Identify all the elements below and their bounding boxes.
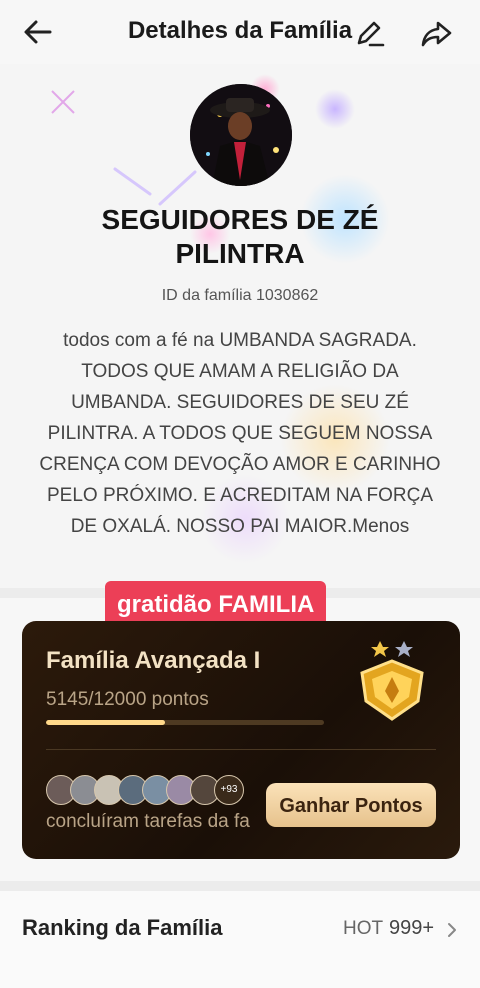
card-divider (46, 749, 436, 750)
more-members-count: +93 (214, 775, 244, 805)
family-name: SEGUIDORES DE ZÉ PILINTRA (101, 204, 379, 269)
gold-shield-badge-icon (360, 641, 424, 721)
ranking-title: Ranking da Família (22, 915, 223, 940)
level-title: Família Avançada I (46, 647, 261, 674)
family-avatar[interactable] (190, 84, 292, 186)
page-title: Detalhes da Família (127, 17, 353, 44)
top-bar: Detalhes da Família (0, 0, 480, 64)
family-level-card[interactable]: Família Avançada I 5145/12000 pontos +93… (22, 621, 460, 859)
hot-label: HOT (343, 918, 384, 939)
progress-fill (46, 720, 166, 725)
family-id: ID da família 1030862 (161, 287, 319, 304)
sparkle-icon (51, 90, 75, 114)
tasks-completed-text: concluíram tarefas da fa (46, 811, 250, 832)
family-ranking-row[interactable]: Ranking da Família HOT 999+ (0, 891, 480, 988)
earn-points-button[interactable]: Ganhar Pontos (266, 783, 436, 827)
ranking-value: 999+ (389, 917, 435, 939)
sparkle-decoration (315, 89, 355, 129)
pencil-icon[interactable] (352, 16, 386, 50)
share-icon[interactable] (418, 16, 454, 52)
family-description[interactable]: todos com a fé na UMBANDA SAGRADA. TODOS… (36, 325, 444, 542)
avatar-image (190, 84, 292, 186)
section-divider (0, 881, 480, 891)
points-text: 5145/12000 pontos (46, 689, 209, 710)
points-progress-bar (46, 720, 324, 725)
chevron-right-icon (448, 923, 456, 937)
